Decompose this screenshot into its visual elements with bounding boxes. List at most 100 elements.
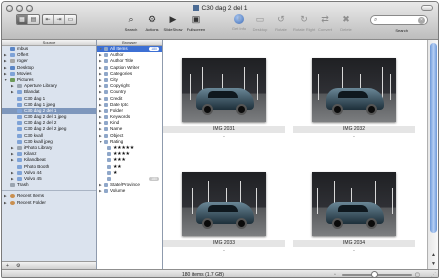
search-button[interactable]: ⌕ Search [120, 14, 142, 32]
category-icon [104, 65, 108, 70]
small-thumbnails-icon[interactable]: ▫ [334, 272, 336, 277]
car-wheel [236, 104, 247, 115]
thumbnail-view-button[interactable]: ▦ [17, 15, 28, 24]
category-icon [104, 115, 108, 120]
magnifier-icon: ⌕ [128, 14, 134, 24]
actions-button[interactable]: ⚙ Actions [141, 14, 163, 32]
toolbar-label: Convert [317, 27, 332, 32]
toolbar-label: Fullscreen [186, 27, 206, 32]
pane-mode-control: ⇤ ⇥ ▭ [42, 14, 77, 25]
rotate-left-icon: ↺ [277, 14, 285, 24]
source-item-label: Trash [17, 182, 29, 188]
search-icon: ⌕ [374, 17, 378, 23]
category-icon [104, 102, 108, 107]
boat-mast [190, 74, 191, 100]
pane-right-button[interactable]: ⇥ [54, 15, 65, 24]
photo-thumbnail[interactable] [312, 172, 396, 236]
toolbar-label: SlideShow [163, 27, 183, 32]
list-view-button[interactable]: ▤ [28, 15, 39, 24]
browser-scrollbar[interactable]: ▲ ▼ [427, 40, 438, 269]
info-icon: i [234, 14, 244, 24]
photo-cell[interactable]: IMG 2034- [293, 158, 415, 268]
photo-rating: - [353, 134, 355, 140]
folder-icon [17, 133, 22, 138]
fullscreen-icon: ▣ [191, 14, 201, 24]
rating-icon [107, 146, 111, 150]
folder-icon [17, 127, 22, 132]
clock-icon [10, 200, 15, 205]
scroll-down-arrow-icon[interactable]: ▼ [429, 260, 438, 268]
toolbar: C30 dag 2 del 1 ▦ ▤ ⇤ ⇥ ▭ ⌕ Search ⚙ Action… [2, 2, 438, 40]
search-label: Search [395, 28, 408, 33]
source-item-recent-folder[interactable]: ▶ Recent Folder [2, 200, 96, 206]
folder-icon [10, 53, 15, 58]
browser-item-label: Volume [110, 188, 126, 194]
search-field[interactable]: ⌕ × [370, 15, 428, 25]
gear-icon: ⚙ [147, 14, 157, 24]
trash-icon: ✖ [342, 14, 350, 24]
category-icon [104, 59, 108, 64]
photo-rating: - [353, 248, 355, 254]
rating-icon [107, 164, 111, 169]
rotate-button[interactable]: ↺ Rotate [270, 14, 292, 32]
boat-mast [318, 74, 319, 100]
convert-button[interactable]: ⇄ Convert [314, 14, 336, 32]
scroll-up-arrow-icon[interactable]: ▲ [429, 251, 438, 259]
boat-mast [257, 74, 258, 100]
folder-icon [17, 84, 22, 89]
folder-icon [10, 65, 15, 70]
folder-icon [17, 102, 22, 107]
thumbnail-size-slider[interactable] [342, 271, 412, 277]
boat-mast [392, 188, 393, 214]
disclosure-triangle-icon[interactable]: ▶ [99, 188, 102, 194]
toolbar-label: Desktop [252, 27, 268, 32]
folder-icon [10, 71, 15, 76]
category-icon [104, 90, 108, 95]
category-icon [104, 77, 108, 82]
slider-knob[interactable] [371, 271, 379, 277]
clear-search-icon[interactable]: × [418, 17, 425, 24]
folder-icon [10, 59, 15, 64]
view-mode-control: ▦ ▤ [16, 14, 40, 25]
delete-button[interactable]: ✖ Delete [335, 14, 357, 32]
folder-icon [17, 96, 22, 101]
photo-thumbnail[interactable] [312, 58, 396, 122]
pane-single-button[interactable]: ▭ [65, 15, 76, 24]
photo-cell[interactable]: IMG 2032- [293, 44, 415, 154]
car-wheel [366, 218, 377, 229]
folder-proxy-icon[interactable] [192, 5, 199, 11]
photo-caption: IMG 2033 [163, 240, 285, 247]
slideshow-button[interactable]: ▶ SlideShow [162, 14, 184, 32]
browser-item-volume[interactable]: ▶ Volume [97, 188, 162, 194]
desktop-button[interactable]: ▭ Desktop [249, 14, 271, 32]
source-item-trash[interactable]: Trash [2, 182, 96, 188]
folder-icon [10, 77, 15, 82]
fullscreen-button[interactable]: ▣ Fullscreen [185, 14, 207, 32]
car-wheel [332, 104, 343, 115]
scrollbar-thumb[interactable] [430, 43, 437, 233]
source-bottom-bar: + ⚙ [2, 261, 96, 269]
status-bar: 180 items (1.7 GB) ▫ ▢ ⋰ [2, 269, 438, 277]
disclosure-triangle-icon[interactable]: ▶ [4, 200, 7, 206]
photo-thumbnail[interactable] [182, 172, 266, 236]
large-thumbnails-icon[interactable]: ▢ [415, 272, 420, 277]
rotate-right-button[interactable]: ↻ Rotate Right [293, 14, 315, 32]
convert-icon: ⇄ [321, 14, 329, 24]
pane-left-button[interactable]: ⇤ [43, 15, 54, 24]
category-icon [104, 108, 108, 113]
photo-cell[interactable]: IMG 2031- [163, 44, 285, 154]
photo-thumbnail[interactable] [182, 58, 266, 122]
photo-caption: IMG 2032 [293, 126, 415, 133]
resize-grip-icon[interactable]: ⋰ [431, 272, 436, 277]
window-title: C30 dag 2 del 1 [2, 5, 438, 12]
get-info-button[interactable]: i Get Info [228, 14, 250, 31]
boat-mast [382, 67, 383, 100]
category-icon [104, 121, 108, 126]
photo-cell[interactable]: IMG 2033- [163, 158, 285, 268]
category-icon [104, 71, 108, 76]
folder-icon [10, 183, 15, 188]
folder-icon [17, 164, 22, 169]
toolbar-toggle-button[interactable] [421, 5, 433, 11]
folder-icon [17, 121, 22, 126]
count-badge: 180 [149, 47, 159, 51]
